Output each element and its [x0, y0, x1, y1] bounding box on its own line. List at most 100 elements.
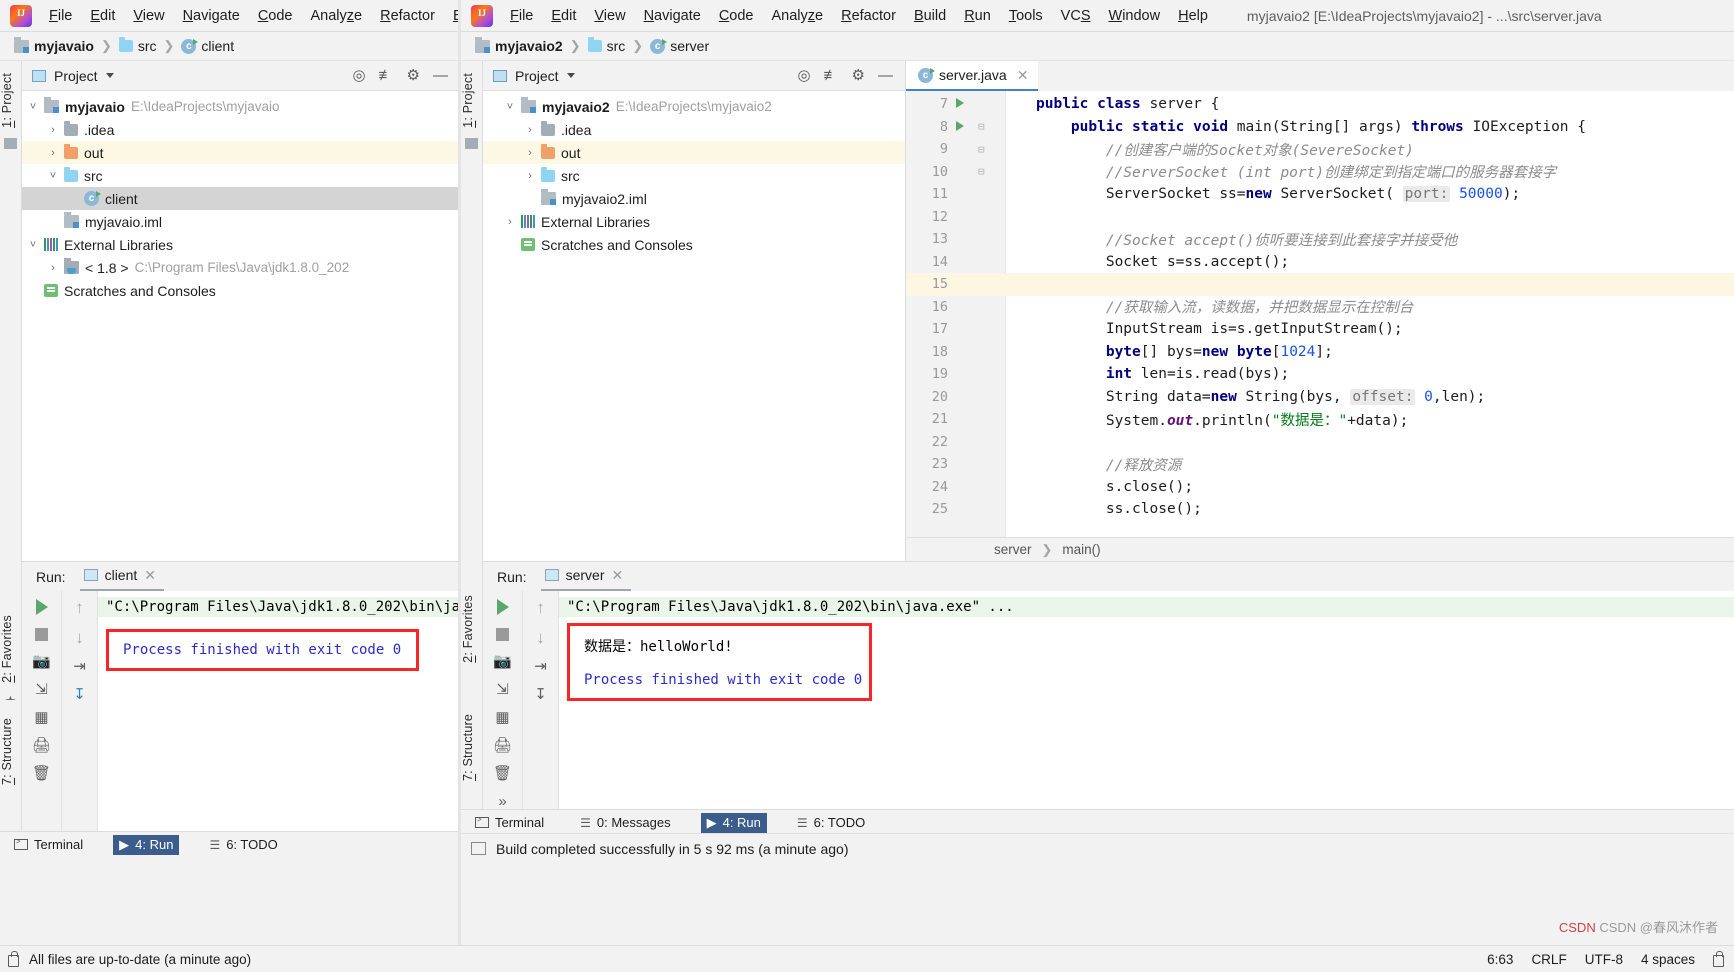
indent-setting[interactable]: 4 spaces	[1641, 952, 1695, 967]
code-line[interactable]: 24 s.close();	[906, 476, 1734, 499]
menu-help[interactable]: Help	[1169, 5, 1217, 27]
gear-icon[interactable]: ⚙	[852, 68, 865, 83]
bc-class[interactable]: server	[994, 542, 1032, 557]
chevron-right-icon[interactable]: ›	[525, 124, 535, 136]
tree-row-iml[interactable]: myjavaio2.iml	[483, 187, 905, 210]
chevron-right-icon[interactable]: ›	[525, 147, 535, 159]
hide-icon[interactable]: —	[433, 68, 448, 83]
menu-view[interactable]: View	[124, 5, 173, 27]
tree-row-jdk[interactable]: › < 1.8 > C:\Program Files\Java\jdk1.8.0…	[22, 256, 460, 279]
fold-marker-icon[interactable]: ⊟	[978, 120, 985, 133]
code-editor[interactable]: 7 public class server {8 ⊟ public static v…	[906, 91, 1734, 537]
code-line[interactable]: 20 String data=new String(bys, offset: 0…	[906, 386, 1734, 409]
tree-row-src[interactable]: › src	[483, 164, 905, 187]
code-line[interactable]: 12	[906, 206, 1734, 229]
breadcrumb-item-src[interactable]: src	[587, 37, 625, 54]
stop-icon[interactable]	[496, 628, 509, 641]
code-line[interactable]: 21 System.out.println("数据是："+data);	[906, 408, 1734, 431]
breadcrumb-item-project[interactable]: myjavaio2	[475, 36, 563, 54]
tree-row-client[interactable]: c client	[22, 187, 460, 210]
bottom-tab-messages[interactable]: ☰ 0: Messages	[574, 813, 676, 832]
bottom-tab-todo-1[interactable]: ☰ 6: TODO	[203, 835, 283, 854]
tree-row-iml[interactable]: myjavaio.iml	[22, 210, 460, 233]
menu-code[interactable]: Code	[249, 5, 302, 27]
menu-file[interactable]: File	[40, 5, 81, 27]
tree-row-idea[interactable]: › .idea	[483, 118, 905, 141]
gutter-run-icon[interactable]	[956, 119, 968, 135]
tree-row-scratches[interactable]: Scratches and Consoles	[483, 233, 905, 256]
menu-analyze[interactable]: Analyze	[763, 5, 833, 27]
menu-refactor[interactable]: Refactor	[371, 5, 444, 27]
code-line[interactable]: 13 //Socket accept()侦听要连接到此套接字并接受他	[906, 228, 1734, 251]
export-icon[interactable]: ⇲	[35, 682, 48, 697]
editor-scrollbar[interactable]	[1724, 91, 1732, 537]
chevron-right-icon[interactable]: ›	[525, 170, 535, 182]
menu-vcs[interactable]: VCS	[1052, 5, 1100, 27]
chevron-right-icon[interactable]: ›	[48, 124, 58, 136]
rerun-icon[interactable]	[496, 599, 509, 615]
bottom-tab-todo-2[interactable]: ☰ 6: TODO	[791, 813, 871, 832]
trash-icon[interactable]: 🗑	[493, 766, 512, 781]
chevron-down-icon[interactable]	[105, 73, 114, 78]
code-line[interactable]: 15	[906, 273, 1734, 296]
file-encoding[interactable]: UTF-8	[1585, 952, 1623, 967]
sidebar-tab-structure[interactable]: 7: Structure	[0, 714, 14, 789]
scroll-end-icon[interactable]: ↧	[534, 687, 547, 702]
breadcrumb-item-project[interactable]: myjavaio	[14, 36, 94, 54]
console-output-2[interactable]: "C:\Program Files\Java\jdk1.8.0_202\bin\…	[559, 591, 1734, 822]
run-tab-client[interactable]: client ✕	[79, 562, 164, 592]
project-tree-1[interactable]: ˅ myjavaio E:\IdeaProjects\myjavaio › .i…	[22, 91, 460, 302]
menu-run[interactable]: Run	[955, 5, 1000, 27]
print-icon[interactable]: 🖨	[493, 738, 512, 753]
tree-row-src[interactable]: ˅ src	[22, 164, 460, 187]
tree-row-out[interactable]: › out	[483, 141, 905, 164]
chevron-right-icon[interactable]: ›	[48, 147, 58, 159]
sidebar-tab-project[interactable]: 1: Project	[0, 69, 14, 132]
trash-icon[interactable]: 🗑	[32, 766, 51, 781]
sidebar-tab-favorites-2[interactable]: 2: Favorites	[461, 591, 475, 667]
tree-row-idea[interactable]: › .idea	[22, 118, 460, 141]
fold-marker-icon[interactable]: ⊟	[978, 143, 985, 156]
chevron-down-icon[interactable]: ˅	[48, 170, 58, 182]
gutter-run-icon[interactable]	[956, 96, 968, 112]
project-tree-2[interactable]: ˅ myjavaio2 E:\IdeaProjects\myjavaio2 › …	[483, 91, 905, 256]
code-line[interactable]: 10 ⊟ //ServerSocket (int port)创建绑定到指定端口的服…	[906, 161, 1734, 184]
scroll-end-icon[interactable]: ↧	[73, 687, 86, 702]
lock-icon-right[interactable]	[1713, 950, 1724, 967]
arrow-up-icon[interactable]: ↑	[75, 599, 84, 616]
export-icon[interactable]: ⇲	[496, 682, 509, 697]
menu-window[interactable]: Window	[1100, 5, 1170, 27]
bottom-tab-run-2[interactable]: ▶ 4: Run	[700, 812, 767, 833]
menu-edit[interactable]: Edit	[81, 5, 124, 27]
code-line[interactable]: 7 public class server {	[906, 93, 1734, 116]
bc-method[interactable]: main()	[1062, 542, 1100, 557]
arrow-up-icon[interactable]: ↑	[536, 599, 545, 616]
code-line[interactable]: 17 InputStream is=s.getInputStream();	[906, 318, 1734, 341]
rerun-icon[interactable]	[35, 599, 48, 615]
line-separator[interactable]: CRLF	[1531, 952, 1566, 967]
wrap-icon[interactable]: ⇥	[73, 659, 86, 674]
code-line[interactable]: 18 byte[] bys=new byte[1024];	[906, 341, 1734, 364]
tree-row-myjavaio[interactable]: ˅ myjavaio E:\IdeaProjects\myjavaio	[22, 95, 460, 118]
tree-row-scratches[interactable]: Scratches and Consoles	[22, 279, 460, 302]
sidebar-tab-favorites[interactable]: 2: Favorites	[0, 611, 14, 687]
locate-icon[interactable]: ◎	[797, 68, 810, 83]
tree-row-out[interactable]: › out	[22, 141, 460, 164]
code-line[interactable]: 11 ServerSocket ss=new ServerSocket( por…	[906, 183, 1734, 206]
bottom-tab-terminal-2[interactable]: Terminal	[469, 813, 550, 832]
code-line[interactable]: 16 //获取输入流，读数据，并把数据显示在控制台	[906, 296, 1734, 319]
menu-edit[interactable]: Edit	[542, 5, 585, 27]
stop-icon[interactable]	[35, 628, 48, 641]
arrow-down-icon[interactable]: ↓	[75, 629, 84, 646]
wrap-icon[interactable]: ⇥	[534, 659, 547, 674]
menu-tools[interactable]: Tools	[1000, 5, 1052, 27]
camera-icon[interactable]: 📷	[493, 654, 512, 669]
more-icon[interactable]: »	[498, 794, 506, 809]
chevron-down-icon[interactable]: ˅	[505, 101, 515, 113]
editor-tab-server-java[interactable]: c server.java ✕	[906, 61, 1039, 91]
menu-navigate[interactable]: Navigate	[174, 5, 249, 27]
grid-icon[interactable]: ▦	[495, 710, 509, 725]
bottom-tab-terminal-1[interactable]: Terminal	[8, 835, 89, 854]
tree-row-external-libraries[interactable]: ˅ External Libraries	[22, 233, 460, 256]
console-output-1[interactable]: "C:\Program Files\Java\jdk1.8.0_202\bin\…	[98, 591, 461, 845]
